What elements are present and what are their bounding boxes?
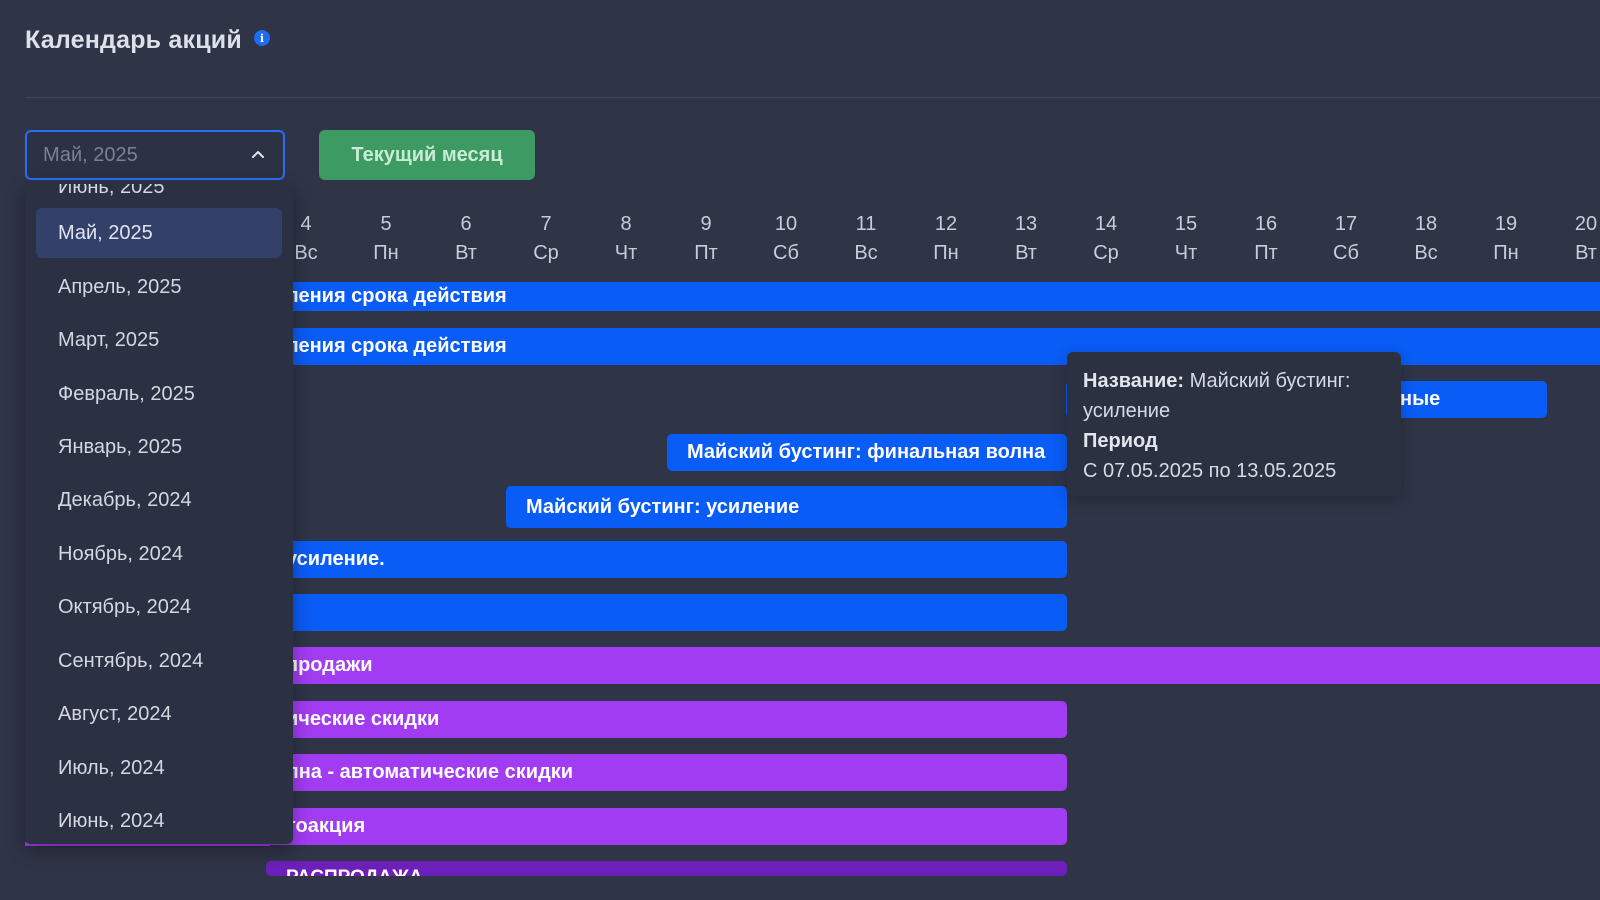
month-dropdown[interactable]: Июнь, 2025 Май, 2025 Апрель, 2025 Март, … (25, 184, 293, 844)
dropdown-item[interactable]: Июль, 2024 (36, 743, 282, 793)
promo-bar[interactable]: РАСПРОДАЖА (266, 861, 1067, 876)
dropdown-item[interactable]: Июнь, 2024 (36, 796, 282, 844)
dropdown-item[interactable]: Апрель, 2025 (36, 262, 282, 312)
promo-bar[interactable]: Майский бустинг: финальная волна (667, 434, 1067, 471)
dropdown-item[interactable]: Август, 2024 (36, 689, 282, 739)
dropdown-item[interactable]: Январь, 2025 (36, 422, 282, 472)
dropdown-item[interactable]: Февраль, 2025 (36, 369, 282, 419)
dropdown-item[interactable]: Ноябрь, 2024 (36, 529, 282, 579)
tooltip-period-value: С 07.05.2025 по 13.05.2025 (1083, 460, 1337, 482)
dropdown-item[interactable]: Сентябрь, 2024 (36, 636, 282, 686)
dropdown-item[interactable]: Октябрь, 2024 (36, 582, 282, 632)
dropdown-item[interactable]: Март, 2025 (36, 315, 282, 365)
tooltip-name-label: Название: (1083, 370, 1185, 392)
promo-tooltip: Название: Майский бустинг: усиление Пери… (1067, 352, 1401, 496)
promo-bar[interactable]: ические скидки (266, 701, 1067, 738)
dropdown-item-selected[interactable]: Май, 2025 (36, 208, 282, 258)
promo-bar[interactable]: тоакция (266, 808, 1067, 845)
promo-bar[interactable]: ления срока действия (266, 282, 1600, 311)
promo-bar[interactable]: лна - автоматические скидки (266, 754, 1067, 791)
dropdown-item[interactable]: Декабрь, 2024 (36, 475, 282, 525)
promo-bar[interactable]: усиление. (266, 541, 1067, 578)
promo-bar[interactable]: Майский бустинг: усиление (506, 486, 1067, 528)
promo-bar[interactable]: продажи (266, 647, 1600, 684)
promo-bar[interactable] (266, 594, 1067, 631)
tooltip-period-label: Период (1083, 430, 1158, 452)
